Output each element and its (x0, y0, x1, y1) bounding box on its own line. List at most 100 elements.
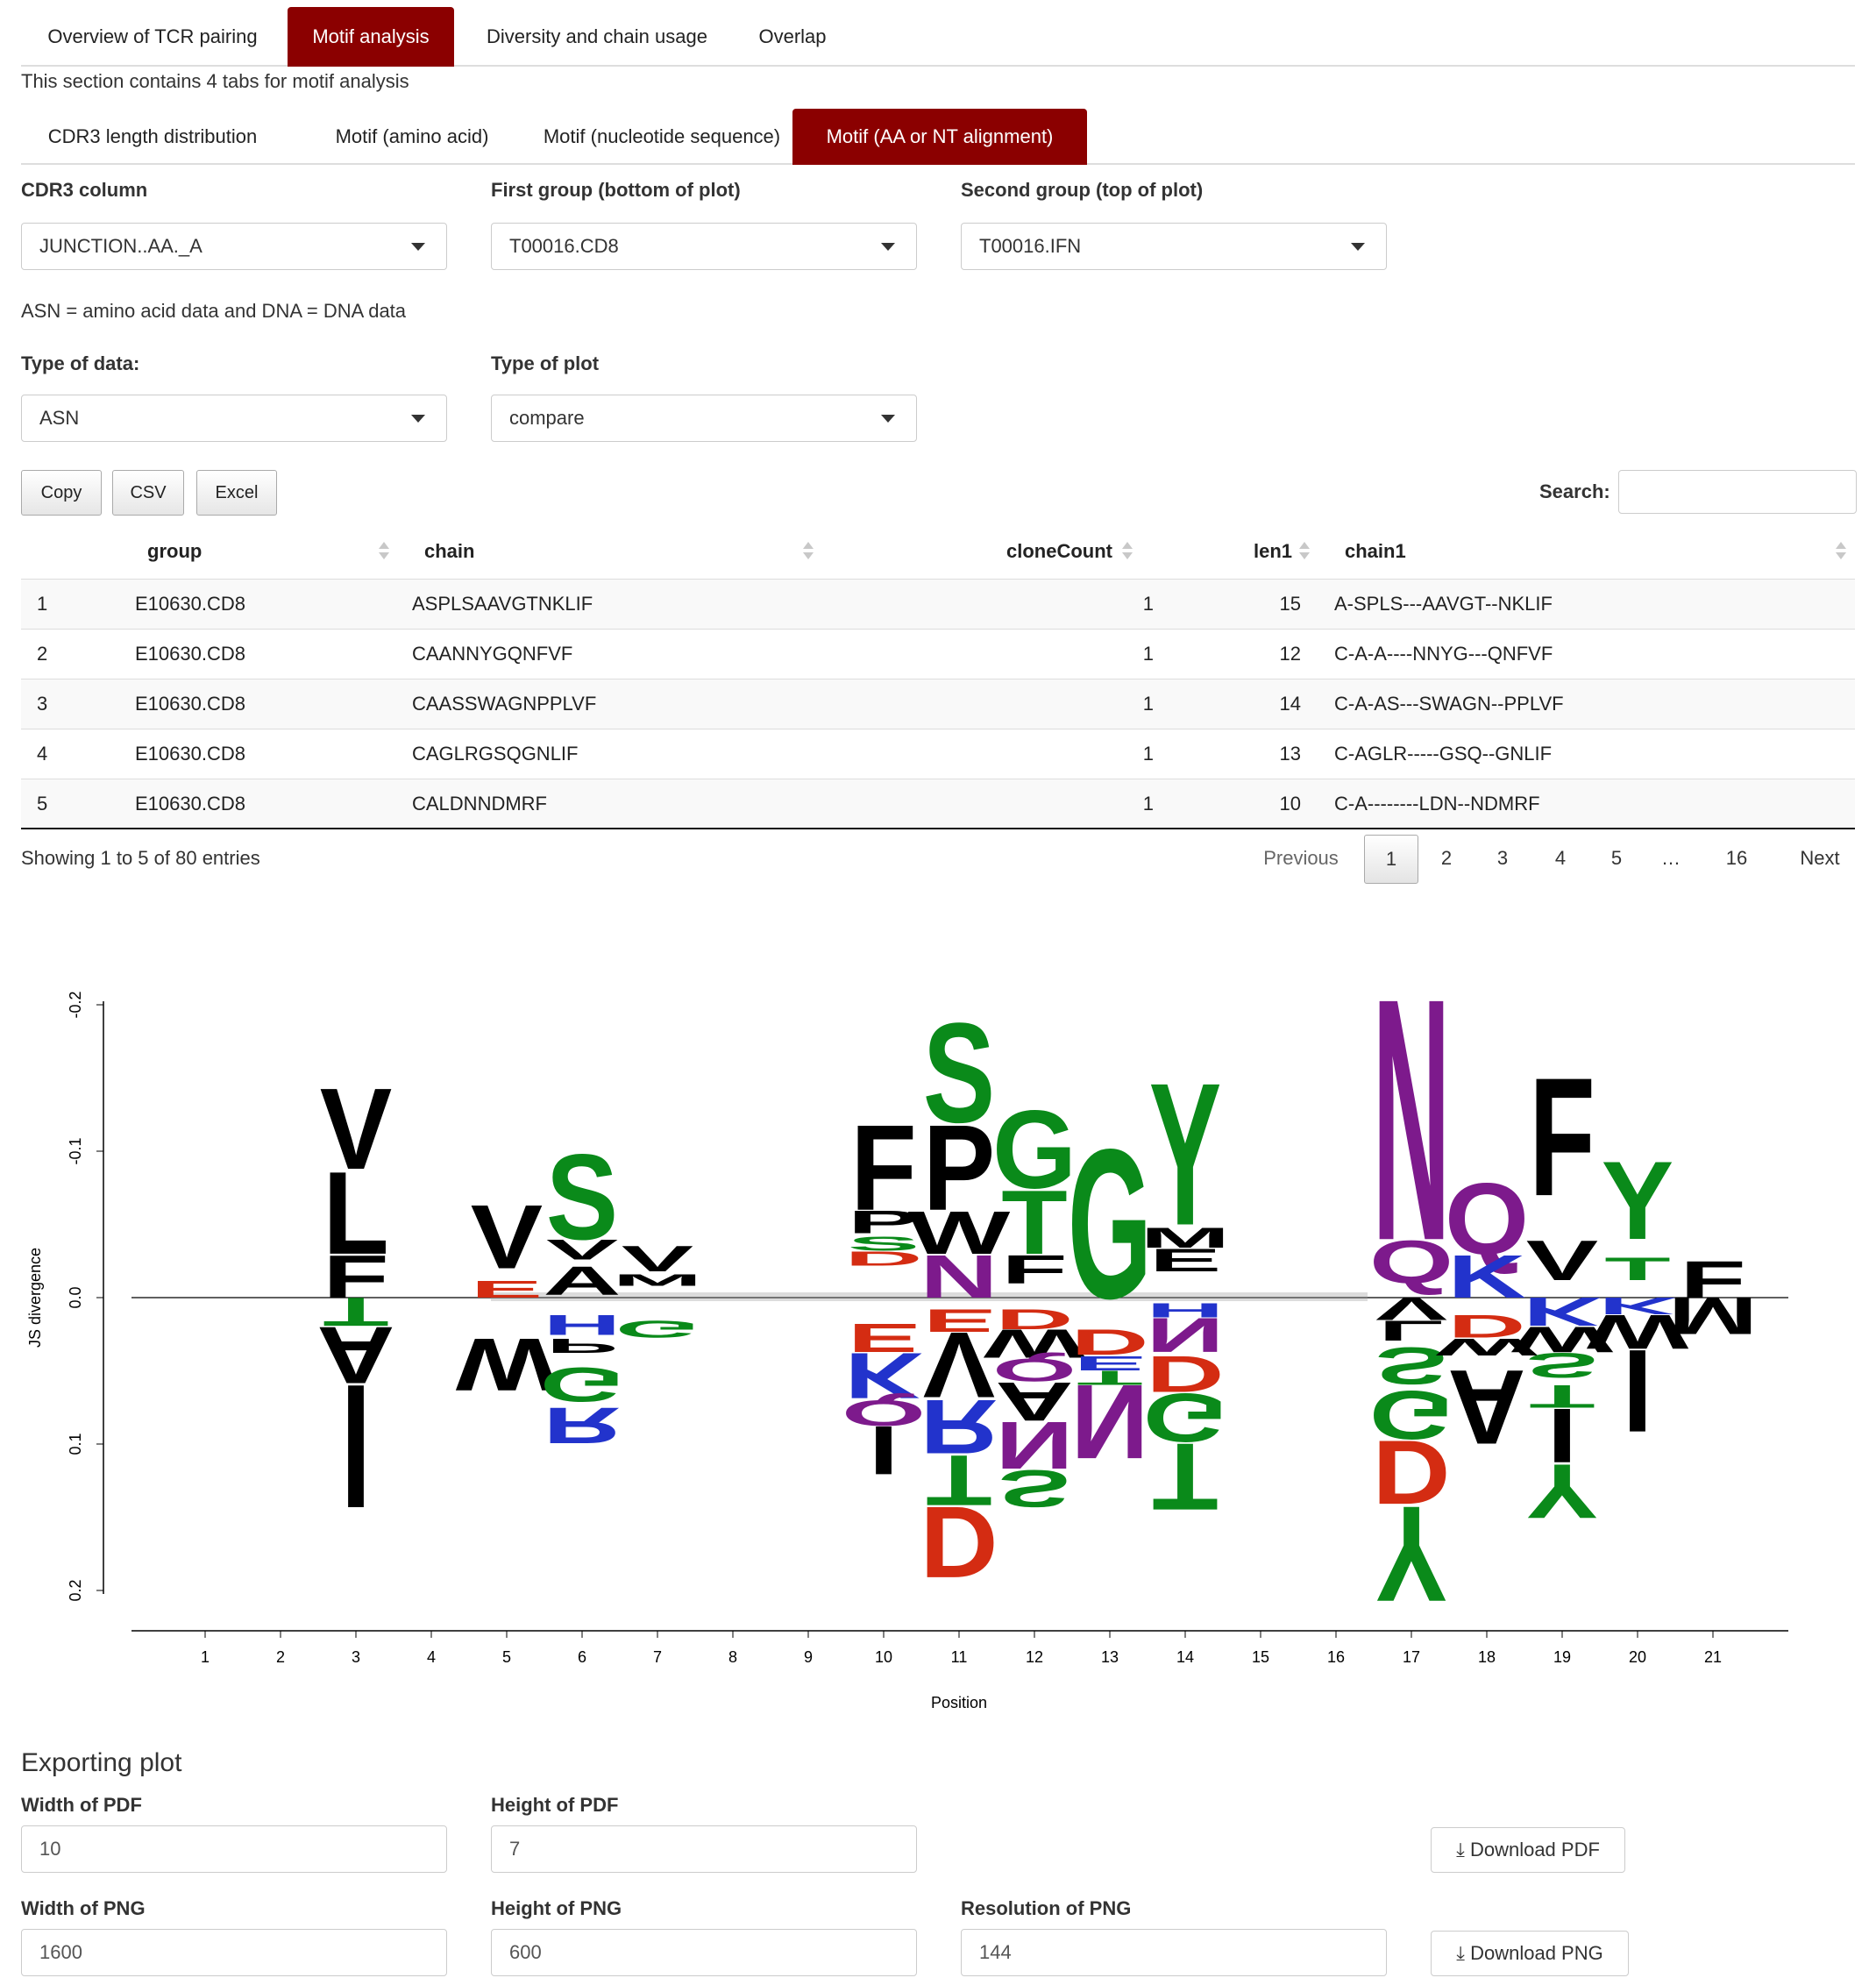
logo-glyphs: VLFTAIVEWSVAHPGRVMGFPSDEKQISPWNEVRTDGTFD… (316, 964, 1758, 1630)
download-png-button[interactable]: ⤓ Download PNG (1431, 1931, 1629, 1976)
logo-letter-q: Q (1369, 1228, 1453, 1297)
tab-motif-analysis[interactable]: Motif analysis (288, 7, 454, 67)
pagination-page-1[interactable]: 1 (1364, 835, 1418, 884)
cell-chain: CALDNNDMRF (412, 793, 547, 815)
cell-clonecount: 1 (1142, 693, 1154, 715)
section-intro: This section contains 4 tabs for motif a… (21, 70, 409, 92)
table-row[interactable]: 3 E10630.CD8 CAASSWAGNPPLVF 1 14 C-A-AS-… (21, 679, 1855, 729)
main-tab-bar: Overview of TCR pairing Motif analysis D… (21, 7, 1855, 67)
column-header-clonecount[interactable]: cloneCount (1006, 540, 1112, 563)
pagination-page-3[interactable]: 3 (1483, 835, 1522, 884)
tab-diversity-chain-usage[interactable]: Diversity and chain usage (461, 7, 733, 67)
download-pdf-button[interactable]: ⤓ Download PDF (1431, 1827, 1625, 1873)
column-header-len1[interactable]: len1 (1254, 540, 1292, 563)
plot-type-label: Type of plot (491, 352, 600, 374)
logo-letter-y: Y (1602, 1137, 1673, 1263)
tab-motif-nucleotide[interactable]: Motif (nucleotide sequence) (517, 109, 807, 165)
tab-cdr3-length-distribution[interactable]: CDR3 length distribution (21, 109, 284, 165)
copy-button[interactable]: Copy (21, 470, 102, 516)
table-row[interactable]: 4 E10630.CD8 CAGLRGSQGNLIF 1 13 C-AGLR--… (21, 729, 1855, 779)
pagination-page-5[interactable]: 5 (1597, 835, 1636, 884)
second-group-select[interactable]: T00016.IFN (961, 223, 1387, 270)
sort-asc-icon (803, 542, 814, 549)
data-type-note: ASN = amino acid data and DNA = DNA data (21, 300, 407, 322)
x-axis-label: Position (931, 1694, 987, 1711)
tab-overview-tcr-pairing[interactable]: Overview of TCR pairing (21, 7, 284, 67)
chevron-down-icon (1351, 243, 1365, 251)
download-png-label: Download PNG (1470, 1942, 1603, 1964)
logo-letter-e: E (471, 1276, 543, 1303)
x-axis-ticks: 1 2 3 4 5 6 7 8 9 10 11 12 13 14 15 16 17 18 19 20 21 (201, 1631, 1722, 1666)
sort-asc-icon (1122, 542, 1133, 549)
plot-type-select[interactable]: compare (491, 395, 917, 442)
x-tick-label: 6 (578, 1648, 586, 1666)
column-header-chain[interactable]: chain (424, 540, 474, 563)
tab-overlap[interactable]: Overlap (740, 7, 845, 67)
second-group-value: T00016.IFN (979, 235, 1082, 257)
pagination-previous[interactable]: Previous (1247, 835, 1355, 884)
row-index: 2 (37, 643, 48, 665)
logo-letter-e: E (1149, 1242, 1221, 1279)
x-tick-label: 7 (653, 1648, 662, 1666)
cdr3-column-select[interactable]: JUNCTION..AA._A (21, 223, 447, 270)
table-row[interactable]: 5 E10630.CD8 CALDNNDMRF 1 10 C-A--------… (21, 779, 1855, 829)
chevron-down-icon (881, 243, 895, 251)
logo-letter-i: I (869, 1412, 899, 1489)
search-input[interactable] (1618, 470, 1857, 514)
cell-len1: 15 (1279, 593, 1301, 615)
sort-desc-icon (803, 552, 814, 559)
row-index: 3 (37, 693, 48, 715)
row-index: 5 (37, 793, 48, 815)
tab-motif-alignment[interactable]: Motif (AA or NT alignment) (792, 109, 1087, 165)
height-png-label: Height of PNG (491, 1897, 622, 1919)
pagination-ellipsis: … (1661, 847, 1681, 869)
cell-group: E10630.CD8 (135, 743, 245, 765)
cell-chain: CAGLRGSQGNLIF (412, 743, 579, 765)
height-png-input[interactable]: 600 (491, 1929, 917, 1976)
logo-letter-g: G (615, 1316, 700, 1343)
column-header-chain1[interactable]: chain1 (1345, 540, 1406, 563)
table-row[interactable]: 2 E10630.CD8 CAANNYGQNFVF 1 12 C-A-A----… (21, 629, 1855, 679)
pagination-page-2[interactable]: 2 (1427, 835, 1466, 884)
width-pdf-label: Width of PDF (21, 1794, 142, 1816)
row-index: 1 (37, 593, 48, 615)
chevron-down-icon (881, 415, 895, 423)
x-tick-label: 15 (1252, 1648, 1269, 1666)
cell-clonecount: 1 (1142, 593, 1154, 615)
tab-motif-amino-acid[interactable]: Motif (amino acid) (298, 109, 526, 165)
csv-button[interactable]: CSV (112, 470, 184, 516)
x-tick-label: 13 (1101, 1648, 1119, 1666)
data-type-select[interactable]: ASN (21, 395, 447, 442)
logo-letter-n: N (920, 1243, 998, 1312)
logo-letter-t: T (1152, 1424, 1218, 1531)
first-group-label: First group (bottom of plot) (491, 179, 741, 201)
logo-letter-d: D (920, 1485, 998, 1598)
width-pdf-input[interactable]: 10 (21, 1825, 447, 1873)
cell-group: E10630.CD8 (135, 793, 245, 815)
x-tick-label: 11 (951, 1648, 968, 1666)
sort-desc-icon (379, 552, 389, 559)
y-tick-label: -0.1 (67, 1137, 84, 1164)
cell-len1: 13 (1279, 743, 1301, 765)
excel-button[interactable]: Excel (196, 470, 277, 516)
cell-chain: CAASSWAGNPPLVF (412, 693, 597, 715)
column-header-group[interactable]: group (147, 540, 202, 563)
logo-letter-v: V (471, 1186, 543, 1289)
height-pdf-input[interactable]: 7 (491, 1825, 917, 1873)
logo-letter-s: S (998, 1459, 1070, 1519)
sub-tab-bar: CDR3 length distribution Motif (amino ac… (21, 109, 1855, 165)
pagination-page-4[interactable]: 4 (1541, 835, 1580, 884)
first-group-value: T00016.CD8 (509, 235, 619, 257)
data-type-label: Type of data: (21, 352, 140, 374)
table-row[interactable]: 1 E10630.CD8 ASPLSAAVGTNKLIF 1 15 A-SPLS… (21, 579, 1855, 629)
logo-letter-i: I (1623, 1325, 1652, 1456)
x-tick-label: 10 (875, 1648, 892, 1666)
resolution-png-input[interactable]: 144 (961, 1929, 1387, 1976)
first-group-select[interactable]: T00016.CD8 (491, 223, 917, 270)
pagination-page-16[interactable]: 16 (1715, 835, 1759, 884)
logo-letter-m: M (1668, 1286, 1759, 1346)
second-group-label: Second group (top of plot) (961, 179, 1204, 201)
x-tick-label: 9 (804, 1648, 813, 1666)
width-png-input[interactable]: 1600 (21, 1929, 447, 1976)
pagination-next[interactable]: Next (1785, 835, 1855, 884)
